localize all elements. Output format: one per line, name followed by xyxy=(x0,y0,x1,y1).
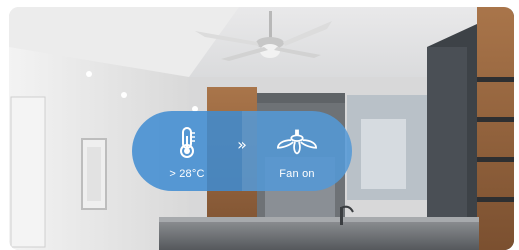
condition-section[interactable]: > 28°C xyxy=(132,111,242,191)
app-frame: > 28°C Fan on » xyxy=(0,0,519,250)
action-label: Fan on xyxy=(279,168,315,180)
thermometer-icon xyxy=(165,122,209,162)
condition-label: > 28°C xyxy=(169,168,205,180)
ceiling-fan-icon xyxy=(275,122,319,162)
double-chevron-right-icon: » xyxy=(237,135,247,154)
automation-rule-card[interactable]: > 28°C Fan on » xyxy=(132,111,352,191)
action-section[interactable]: Fan on xyxy=(242,111,352,191)
